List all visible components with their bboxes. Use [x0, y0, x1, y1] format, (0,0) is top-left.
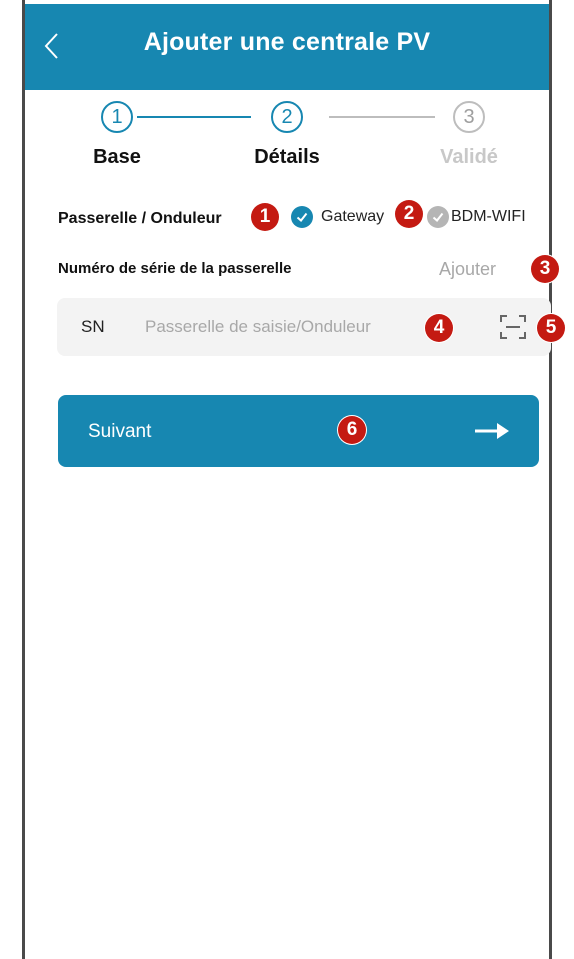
serial-number-field: SN — [57, 298, 551, 356]
next-button-label: Suivant — [88, 421, 152, 442]
option-bdm-wifi-label: BDM-WIFI — [451, 208, 526, 225]
serial-number-input[interactable] — [145, 310, 435, 344]
step-connector-2 — [329, 116, 435, 118]
option-gateway-label: Gateway — [321, 208, 385, 225]
annotation-badge-3: 3 — [531, 255, 559, 283]
next-button[interactable]: Suivant — [58, 395, 539, 467]
annotation-badge-2: 2 — [395, 200, 423, 228]
annotation-badge-4: 4 — [425, 314, 453, 342]
step-1-label: Base — [93, 146, 141, 168]
step-connector-1 — [137, 116, 251, 118]
app-header: Ajouter une centrale PV — [25, 4, 549, 90]
step-3-label: Validé — [440, 146, 498, 168]
option-bdm-wifi[interactable]: BDM-WIFI — [427, 206, 547, 232]
step-2-circle: 2 — [271, 101, 303, 133]
sn-prefix-label: SN — [81, 317, 105, 336]
device-type-label: Passerelle / Onduleur — [58, 210, 222, 227]
page-title: Ajouter une centrale PV — [143, 28, 431, 56]
step-3-circle: 3 — [453, 101, 485, 133]
annotation-badge-6: 6 — [338, 416, 366, 444]
arrow-right-icon — [473, 419, 511, 443]
phone-frame: Ajouter une centrale PV 1 2 3 Base Détai… — [22, 0, 565, 959]
checkmark-icon — [427, 206, 449, 228]
step-2-label: Détails — [254, 146, 320, 168]
annotation-badge-5: 5 — [537, 314, 565, 342]
serial-number-label: Numéro de série de la passerelle — [58, 260, 292, 277]
add-link[interactable]: Ajouter — [439, 259, 496, 280]
checkmark-icon — [291, 206, 313, 228]
option-gateway[interactable]: Gateway — [291, 206, 401, 232]
step-1-circle: 1 — [101, 101, 133, 133]
annotation-badge-1: 1 — [251, 203, 279, 231]
scan-icon[interactable] — [499, 314, 527, 340]
